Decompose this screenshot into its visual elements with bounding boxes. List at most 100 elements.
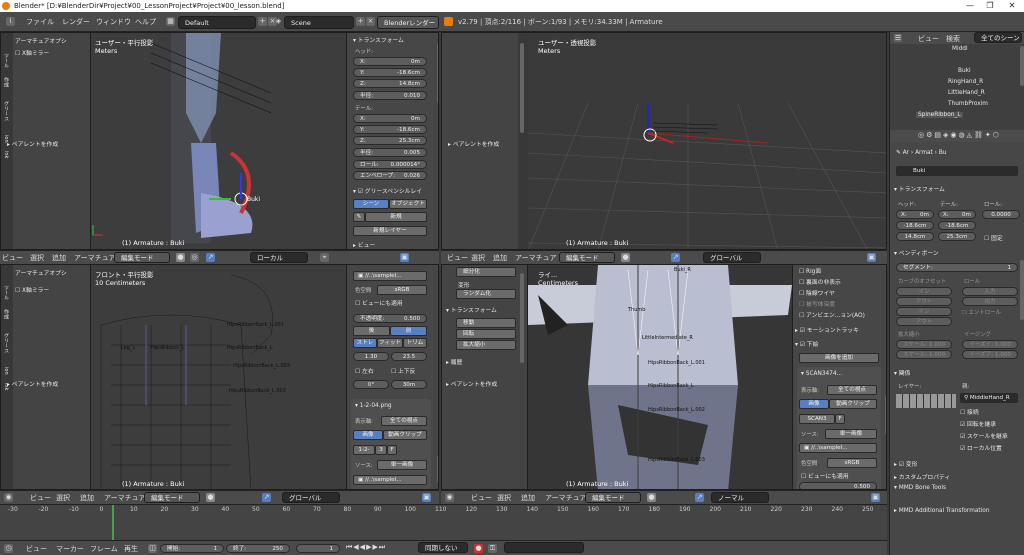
tail-y-field[interactable]: Y: -18.6cm	[353, 125, 427, 134]
armature-model-side[interactable]	[91, 33, 351, 250]
minimize-button[interactable]: —	[960, 0, 980, 12]
inherit-scale-checkbox[interactable]: ☑ スケールを継承	[960, 431, 1008, 440]
offset-x-field[interactable]: 1.30	[353, 352, 389, 361]
transform-header[interactable]: ▾ トランスフォーム	[353, 35, 404, 44]
hdr-bot-armature-r[interactable]: アーマチュア	[545, 493, 586, 503]
lock-checkbox[interactable]: ☐ 固定	[984, 233, 1003, 242]
head-z-field[interactable]: Z: 14.8cm	[353, 79, 427, 88]
outliner-row-buki[interactable]: Buki	[958, 68, 971, 74]
hdr-armature-r[interactable]: アーマチュア	[515, 253, 556, 263]
hdr-bot-armature[interactable]: アーマチュア	[104, 493, 145, 503]
image-source-button[interactable]: 画像	[353, 430, 383, 440]
opacity-field-br[interactable]: 0.500	[799, 482, 877, 489]
opt-3[interactable]: ☐ 陰線ワイヤ	[799, 288, 835, 297]
connected-checkbox[interactable]: ☐ 接続	[960, 407, 979, 416]
parent-field[interactable]: ⚲ MiddleHand_R	[960, 393, 1018, 403]
offset-y-field[interactable]: 23.5	[391, 352, 427, 361]
bone-tail-y[interactable]: -18.6cm	[938, 221, 976, 230]
outliner-row-ringhand[interactable]: RingHand_R	[948, 79, 983, 85]
editor-type-icon-br[interactable]: ◉	[445, 493, 454, 502]
history-header[interactable]: ▸ 履歴	[446, 357, 462, 366]
mode-selector[interactable]: 編集モード	[114, 252, 170, 263]
editor-type-icon[interactable]: i	[6, 17, 15, 26]
tail-x-field[interactable]: X: 0m	[353, 114, 427, 123]
current-frame-marker[interactable]	[112, 505, 114, 541]
npanel-scrollbar[interactable]	[437, 43, 438, 103]
curve-in-x[interactable]: イン	[896, 287, 952, 296]
tl-view[interactable]: ビュー	[26, 544, 47, 554]
image-users-field[interactable]: 3	[375, 445, 387, 455]
hdr-select-r[interactable]: 選択	[471, 253, 485, 263]
properties-scrollbar[interactable]	[1020, 260, 1024, 320]
tab-ink[interactable]: ink	[3, 151, 9, 158]
fit-button[interactable]: フィット	[377, 338, 403, 348]
outliner-search[interactable]: 検索	[946, 34, 960, 44]
record-icon[interactable]: ●	[474, 544, 483, 553]
subdivide-button[interactable]: 細分化	[456, 267, 516, 277]
mode-selector-bl[interactable]: 編集モード	[144, 492, 200, 503]
curve-out-x[interactable]: アウト	[896, 297, 952, 306]
view-as-checkbox[interactable]: ☐ ビューにも適用	[355, 298, 403, 307]
envelope-field[interactable]: エンベロープ: 0.026	[353, 171, 427, 180]
layout-selector[interactable]: Default	[178, 16, 256, 29]
axis-selector[interactable]: 全ての視点	[381, 416, 427, 426]
front-button[interactable]: 前	[390, 326, 427, 336]
ease-in-field[interactable]: イーズイ: 1.000	[962, 340, 1018, 349]
background-images-header[interactable]: ▾ ☑ 下絵	[795, 339, 818, 348]
stretch-button[interactable]: ストレ	[353, 338, 377, 348]
scene-add-icon[interactable]: +	[356, 17, 365, 26]
scene-button[interactable]: シーン	[353, 199, 389, 209]
keying-set-icon[interactable]: ⚿	[488, 544, 497, 553]
bone-name-field[interactable]: Buki	[896, 166, 1018, 176]
pencil-icon[interactable]: ✎	[353, 212, 365, 222]
depth-field[interactable]: 30m	[391, 380, 427, 389]
viewport-bottom-left[interactable]: ツール 作成 グリース ion ink アーマチュアオプシ ☐ X軸ミラー ▸ …	[0, 264, 439, 490]
snap-icon[interactable]: ⌖	[320, 253, 329, 262]
fake-user-button-br[interactable]: F	[835, 414, 845, 424]
mode-selector-r[interactable]: 編集モード	[559, 252, 615, 263]
new-layer-button[interactable]: 新規レイヤー	[353, 226, 427, 236]
armature-options-header-bl[interactable]: アーマチュアオプシ	[15, 268, 67, 277]
source-selector[interactable]: 単一画像	[377, 460, 427, 470]
end-frame-field[interactable]: 終了: 250	[226, 544, 290, 553]
scene-remove-icon[interactable]: ×	[366, 17, 375, 26]
randomize-button[interactable]: ランダム化	[456, 289, 516, 299]
hdr-bot-view-r[interactable]: ビュー	[471, 493, 492, 503]
manipulator-icon-bl[interactable]: ↗	[262, 493, 271, 502]
scale-in-field[interactable]: スケール: 1.000	[896, 340, 952, 349]
hdr-add-r[interactable]: 追加	[493, 253, 507, 263]
scale-button[interactable]: 拡大縮小	[456, 340, 516, 350]
timeline-area[interactable]: -30 -20 -10 0 10 20 30 40 50 60 70 80 90 100 110 120 130…	[0, 504, 887, 541]
image-path-field[interactable]: ▣ //..\sampleI...	[353, 271, 427, 281]
image-source-button-br[interactable]: 画像	[799, 399, 829, 409]
menu-window[interactable]: ウィンドウ	[96, 17, 131, 27]
manipulator-icon-br[interactable]: ↗	[695, 493, 704, 502]
head-radius-field[interactable]: 半径: 0.010	[353, 91, 427, 100]
outliner-row-spineribbon[interactable]: SpineRibbon_L	[916, 112, 963, 118]
viewport-top-right[interactable]: ▸ ペアレントを作成 ユーザー・透視投影 Meters (1) Armature…	[441, 32, 887, 250]
viewport-shade-icon[interactable]: ●	[176, 253, 185, 262]
active-keying-set[interactable]	[504, 542, 584, 553]
bone-head-z[interactable]: 14.8cm	[896, 232, 934, 241]
scene-selector[interactable]: Scene	[284, 16, 354, 29]
motion-tracking-header[interactable]: ▸ ☑ モーショントラッキ	[795, 325, 859, 334]
clip-source-button-br[interactable]: 動画クリップ	[829, 399, 877, 409]
viewport-shade-icon-bl[interactable]: ●	[206, 493, 215, 502]
inherit-rotation-checkbox[interactable]: ☑ 回転を継承	[960, 419, 996, 428]
bone-head-x[interactable]: X: 0m	[896, 210, 934, 219]
colorspace-selector[interactable]: sRGB	[377, 285, 427, 295]
head-x-field[interactable]: X: 0m	[353, 57, 427, 66]
tab-tools[interactable]: ツール	[3, 53, 10, 68]
maximize-button[interactable]: ❐	[980, 0, 1000, 12]
grease-pencil-header[interactable]: ▾ ☑ グリースペンシルレイ	[353, 186, 422, 195]
make-parent-header-right[interactable]: ▸ ペアレントを作成	[448, 139, 499, 148]
clip-source-button[interactable]: 動画クリップ	[383, 430, 427, 440]
orientation-selector-br[interactable]: ノーマル	[711, 492, 769, 503]
menu-help[interactable]: ヘルプ	[135, 17, 156, 27]
outliner-row-thumb[interactable]: ThumbProxim	[948, 101, 988, 107]
preview-range-icon[interactable]: ◫	[148, 544, 157, 553]
bendy-bones-header[interactable]: ▾ ベンディボーン	[894, 248, 939, 257]
timeline-ruler[interactable]: -30 -20 -10 0 10 20 30 40 50 60 70 80 90 100 110 120 130…	[0, 506, 887, 516]
tl-frame[interactable]: フレーム	[90, 544, 118, 554]
fake-user-button[interactable]: F	[387, 445, 397, 455]
